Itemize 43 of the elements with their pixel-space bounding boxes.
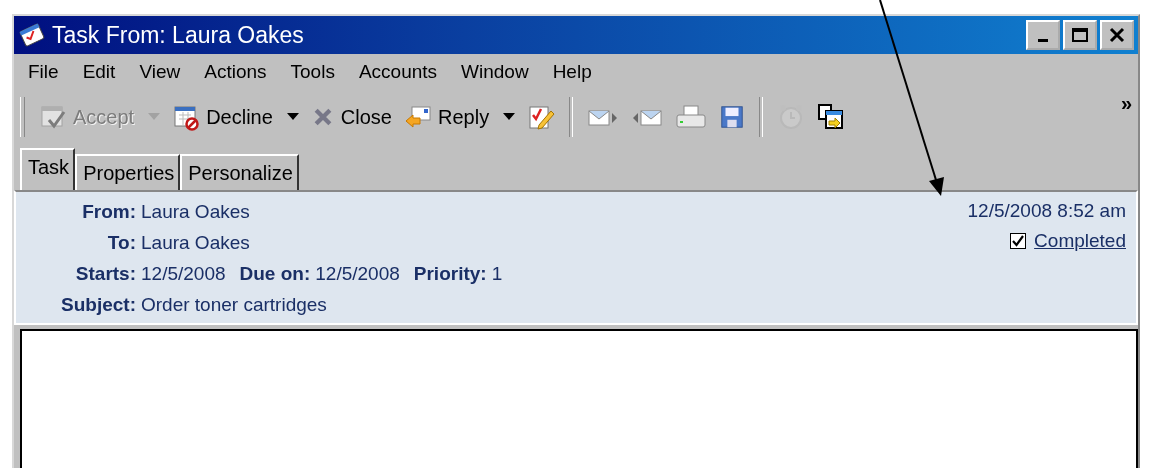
menu-item[interactable]: Help — [552, 61, 592, 83]
menu-item[interactable]: View — [139, 61, 181, 83]
window-title: Task From: Laura Oakes — [52, 21, 305, 49]
field-label: Due on: — [239, 262, 311, 286]
maximize-icon — [1071, 27, 1089, 43]
field-label: From: — [81, 200, 136, 224]
timestamp: 12/5/2008 8:52 am — [967, 200, 1126, 222]
menu-item[interactable]: Actions — [204, 61, 267, 83]
minimize-icon — [1038, 38, 1048, 42]
more-tools-button[interactable]: » — [1120, 92, 1132, 115]
toolbar-button[interactable]: Decline — [166, 97, 305, 137]
toolbar-button[interactable]: Reply — [398, 97, 522, 137]
tab[interactable]: Personalize — [180, 154, 299, 190]
envelope-arrow-icon — [404, 103, 432, 131]
field-value: Laura Oakes — [141, 200, 250, 224]
close-icon — [1109, 27, 1125, 43]
menu-item[interactable]: Tools — [290, 61, 335, 83]
menu-item[interactable]: File — [28, 61, 59, 83]
calendar-block-icon — [172, 103, 201, 131]
menu-item[interactable]: Edit — [82, 61, 116, 83]
tab[interactable]: Properties — [75, 154, 181, 190]
field-label: Priority: — [413, 262, 487, 286]
checkbox[interactable] — [1010, 233, 1027, 249]
field-value: Order toner cartridges — [141, 293, 327, 317]
completed-link[interactable]: Completed — [1034, 230, 1126, 252]
tab[interactable]: Task — [20, 148, 76, 190]
minimize-button[interactable] — [1026, 20, 1060, 50]
notepad-pencil-icon — [527, 103, 556, 131]
field-label: To: — [106, 231, 136, 255]
menu-item[interactable]: Accounts — [358, 61, 438, 83]
field-label: Subject: — [60, 293, 136, 317]
toolbar-button[interactable]: Close — [304, 97, 398, 137]
field-value: 12/5/2008 — [141, 262, 226, 286]
close-button[interactable] — [1100, 20, 1134, 50]
windows-arrow-icon — [817, 103, 846, 131]
maximize-button[interactable] — [1063, 20, 1097, 50]
printer-icon — [675, 103, 708, 131]
menu-item[interactable]: Window — [461, 61, 529, 83]
field-value: 1 — [491, 262, 503, 286]
field-value: 12/5/2008 — [315, 262, 400, 286]
field-label: Starts: — [74, 262, 136, 286]
calendar-check-icon — [39, 103, 67, 131]
field-value: Laura Oakes — [141, 231, 250, 255]
